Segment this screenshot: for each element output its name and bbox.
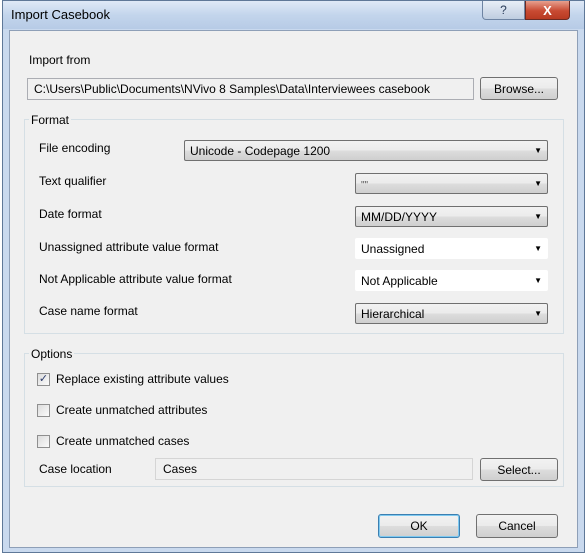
case-location-value: Cases: [163, 462, 198, 476]
unassigned-format-label: Unassigned attribute value format: [39, 240, 219, 254]
close-icon: X: [543, 2, 552, 18]
text-qualifier-value: "": [361, 180, 369, 191]
replace-existing-label[interactable]: Replace existing attribute values: [56, 372, 229, 386]
checkmark-icon: ✓: [38, 373, 49, 385]
case-name-format-label: Case name format: [39, 304, 138, 318]
chevron-down-icon: ▼: [534, 309, 542, 318]
import-from-label: Import from: [29, 53, 91, 67]
case-name-format-value: Hierarchical: [361, 307, 425, 321]
options-group-label: Options: [29, 347, 75, 361]
title-bar[interactable]: Import Casebook ? X: [3, 1, 584, 29]
chevron-down-icon: ▼: [534, 244, 542, 253]
create-unmatched-attributes-label[interactable]: Create unmatched attributes: [56, 403, 207, 417]
import-casebook-dialog: Import Casebook ? X Import from C:\Users…: [2, 0, 585, 553]
case-name-format-select[interactable]: Hierarchical ▼: [355, 303, 548, 324]
import-path-field[interactable]: C:\Users\Public\Documents\NVivo 8 Sample…: [27, 78, 474, 100]
unassigned-format-select[interactable]: Unassigned ▼: [355, 238, 548, 259]
browse-button[interactable]: Browse...: [480, 77, 558, 100]
file-encoding-select[interactable]: Unicode - Codepage 1200 ▼: [184, 140, 548, 161]
cancel-button[interactable]: Cancel: [476, 514, 558, 538]
create-unmatched-cases-label[interactable]: Create unmatched cases: [56, 434, 189, 448]
import-path-value: C:\Users\Public\Documents\NVivo 8 Sample…: [34, 82, 430, 96]
file-encoding-label: File encoding: [39, 141, 111, 155]
ok-button-label: OK: [410, 519, 428, 533]
chevron-down-icon: ▼: [534, 146, 542, 155]
help-button[interactable]: ?: [482, 1, 525, 20]
case-location-field: Cases: [155, 458, 473, 480]
cancel-button-label: Cancel: [498, 519, 536, 533]
help-icon: ?: [500, 3, 507, 17]
window-title: Import Casebook: [11, 7, 110, 22]
not-applicable-format-select[interactable]: Not Applicable ▼: [355, 270, 548, 291]
select-location-button-label: Select...: [497, 462, 541, 477]
create-unmatched-cases-checkbox[interactable]: [37, 435, 50, 448]
ok-button[interactable]: OK: [378, 514, 460, 538]
text-qualifier-select[interactable]: "" ▼: [355, 173, 548, 194]
chevron-down-icon: ▼: [534, 212, 542, 221]
dialog-body: Import from C:\Users\Public\Documents\NV…: [9, 30, 578, 548]
date-format-value: MM/DD/YYYY: [361, 210, 438, 224]
replace-existing-checkbox[interactable]: ✓: [37, 373, 50, 386]
not-applicable-format-label: Not Applicable attribute value format: [39, 272, 232, 286]
date-format-select[interactable]: MM/DD/YYYY ▼: [355, 206, 548, 227]
create-unmatched-attributes-checkbox[interactable]: [37, 404, 50, 417]
select-location-button[interactable]: Select...: [480, 458, 558, 481]
close-button[interactable]: X: [525, 1, 570, 20]
date-format-label: Date format: [39, 207, 102, 221]
case-location-label: Case location: [39, 462, 112, 476]
text-qualifier-label: Text qualifier: [39, 174, 107, 188]
chevron-down-icon: ▼: [534, 276, 542, 285]
title-buttons: ? X: [482, 1, 578, 21]
file-encoding-value: Unicode - Codepage 1200: [190, 144, 331, 158]
not-applicable-format-value: Not Applicable: [361, 274, 438, 288]
chevron-down-icon: ▼: [534, 179, 542, 188]
unassigned-format-value: Unassigned: [361, 242, 425, 256]
browse-button-label: Browse...: [493, 81, 544, 96]
format-group-label: Format: [29, 113, 72, 127]
